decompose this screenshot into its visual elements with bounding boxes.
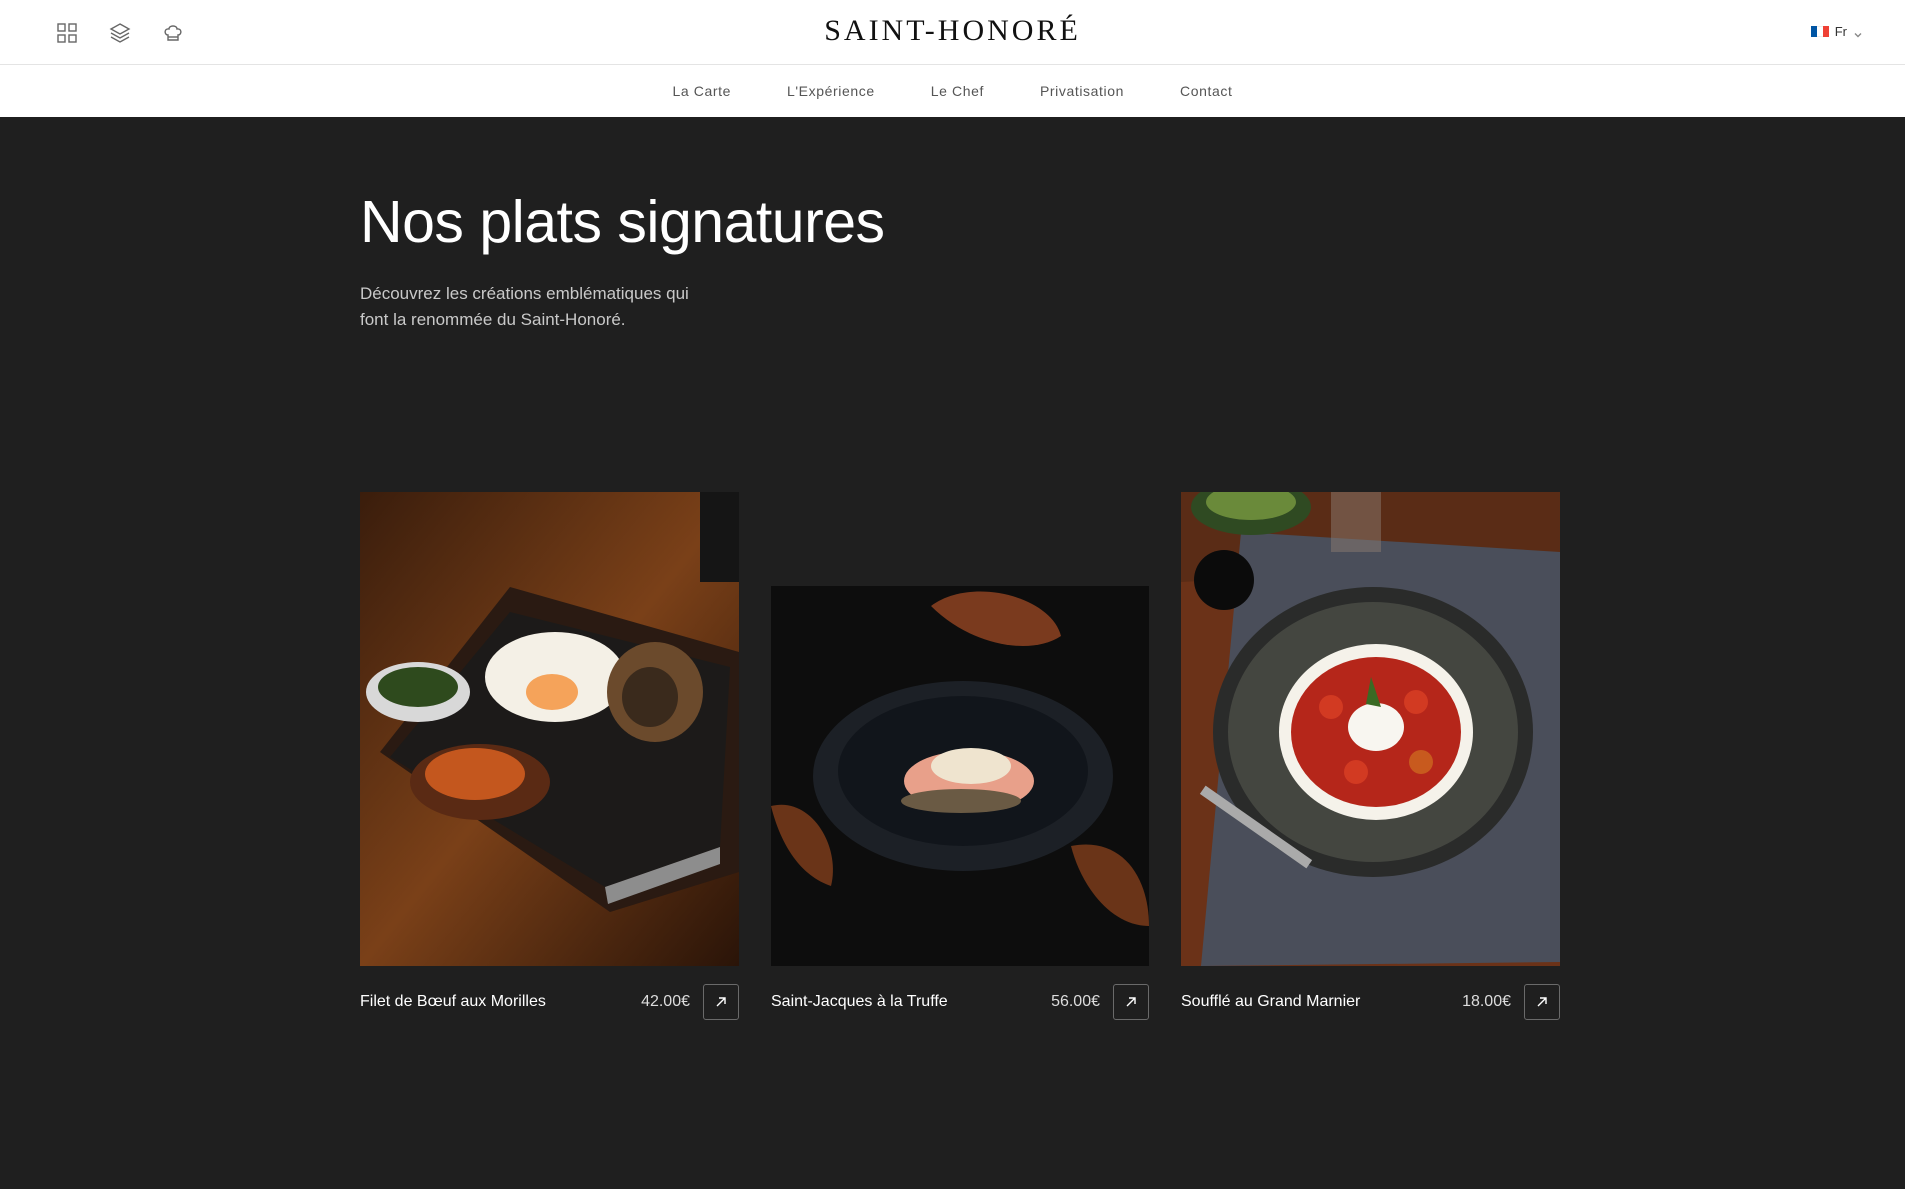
open-dish-button[interactable] [1113,984,1149,1020]
chevron-down-icon [1853,27,1863,37]
tomato-burrata-photo[interactable] [1181,492,1560,966]
nav-item-contact[interactable]: Contact [1152,83,1260,99]
dish-card-footer: Saint-Jacques à la Truffe 56.00€ [771,984,1149,1020]
chef-hat-icon[interactable] [156,16,189,49]
language-selector[interactable]: Fr [1810,24,1863,39]
nav-item-la-carte[interactable]: La Carte [645,83,760,99]
steak-plate-photo[interactable] [360,492,739,966]
nav-item-le-chef[interactable]: Le Chef [903,83,1012,99]
dish-card: Filet de Bœuf aux Morilles 42.00€ [360,492,739,1022]
grid-icon[interactable] [50,16,83,49]
nav-item-privatisation[interactable]: Privatisation [1012,83,1152,99]
dish-card: Saint-Jacques à la Truffe 56.00€ [771,586,1149,1022]
open-dish-button[interactable] [703,984,739,1020]
scallop-plate-photo[interactable] [771,586,1149,966]
dish-card-footer: Filet de Bœuf aux Morilles 42.00€ [360,984,739,1020]
page-subtitle: Découvrez les créations emblématiques qu… [360,284,689,329]
arrow-up-right-icon [1126,997,1136,1007]
arrow-up-right-icon [1537,997,1547,1007]
layers-icon[interactable] [103,16,136,49]
dish-name[interactable]: Soufflé au Grand Marnier [1181,993,1462,1011]
dish-price: 42.00€ [641,993,690,1010]
top-header: SAINT-HONORÉ Fr [0,0,1905,65]
dish-price: 18.00€ [1462,993,1511,1010]
brand-logo-wrap: SAINT-HONORÉ [0,14,1905,48]
main-nav-bar: La Carte L'Expérience Le Chef Privatisat… [0,65,1905,117]
header-icon-group [50,16,189,49]
main-nav: La Carte L'Expérience Le Chef Privatisat… [0,65,1905,117]
language-label: Fr [1834,24,1847,39]
page-title: Nos plats signatures [360,189,885,255]
french-flag-icon [1810,26,1829,37]
dish-name[interactable]: Saint-Jacques à la Truffe [771,993,1051,1011]
dish-price: 56.00€ [1051,993,1100,1010]
dish-card: Soufflé au Grand Marnier 18.00€ [1181,492,1560,1022]
brand-logo[interactable]: SAINT-HONORÉ [824,14,1081,47]
dish-card-footer: Soufflé au Grand Marnier 18.00€ [1181,984,1560,1020]
arrow-up-right-icon [716,997,726,1007]
open-dish-button[interactable] [1524,984,1560,1020]
nav-item-experience[interactable]: L'Expérience [759,83,903,99]
dish-name[interactable]: Filet de Bœuf aux Morilles [360,993,641,1011]
